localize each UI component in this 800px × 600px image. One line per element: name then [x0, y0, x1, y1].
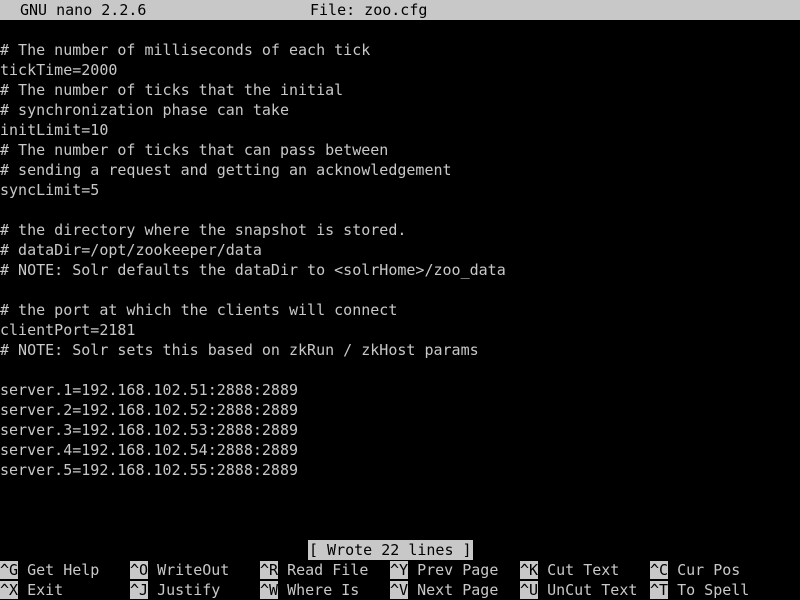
- editor-line: # The number of milliseconds of each tic…: [0, 41, 371, 59]
- editor-line: # The number of ticks that can pass betw…: [0, 141, 389, 159]
- shortcut-key: ^U: [520, 581, 539, 599]
- editor-line: # NOTE: Solr defaults the dataDir to <so…: [0, 261, 506, 279]
- shortcut-label: Read File: [278, 561, 369, 579]
- shortcut-key: ^W: [260, 581, 279, 599]
- editor-line: clientPort=2181: [0, 321, 136, 339]
- shortcut-label: Get Help: [18, 561, 100, 579]
- shortcut-key-bar: ^G Get Help ^O WriteOut ^R Read File ^Y Pre…: [0, 560, 800, 600]
- shortcut-label: Where Is: [278, 581, 360, 599]
- editor-line: # the port at which the clients will con…: [0, 301, 398, 319]
- shortcut-justify[interactable]: ^J Justify: [130, 580, 221, 600]
- shortcut-key: ^K: [520, 561, 539, 579]
- shortcut-next-page[interactable]: ^V Next Page: [390, 580, 499, 600]
- shortcut-uncut-text[interactable]: ^U UnCut Text: [520, 580, 638, 600]
- shortcut-to-spell[interactable]: ^T To Spell: [650, 580, 750, 600]
- shortcut-label: Cut Text: [538, 561, 620, 579]
- editor-line: tickTime=2000: [0, 61, 118, 79]
- shortcut-label: Cur Pos: [668, 561, 741, 579]
- shortcut-key: ^O: [130, 561, 149, 579]
- shortcut-prev-page[interactable]: ^Y Prev Page: [390, 560, 499, 580]
- editor-line: initLimit=10: [0, 121, 109, 139]
- shortcut-where-is[interactable]: ^W Where Is: [260, 580, 360, 600]
- nano-terminal-screen: GNU nano 2.2.6 File: zoo.cfg # The numbe…: [0, 0, 800, 600]
- shortcut-key: ^T: [650, 581, 669, 599]
- shortcut-label: To Spell: [668, 581, 750, 599]
- shortcut-writeout[interactable]: ^O WriteOut: [130, 560, 230, 580]
- shortcut-key: ^R: [260, 561, 279, 579]
- shortcut-label: Justify: [148, 581, 221, 599]
- shortcut-key: ^C: [650, 561, 669, 579]
- editor-line: # the directory where the snapshot is st…: [0, 221, 407, 239]
- filename-label: File: zoo.cfg: [310, 1, 428, 19]
- shortcut-key: ^J: [130, 581, 149, 599]
- shortcut-key: ^V: [390, 581, 409, 599]
- shortcut-key: ^Y: [390, 561, 409, 579]
- shortcut-label: Next Page: [408, 581, 499, 599]
- editor-line: # NOTE: Solr sets this based on zkRun / …: [0, 341, 479, 359]
- editor-line: # synchronization phase can take: [0, 101, 289, 119]
- editor-line: server.4=192.168.102.54:2888:2889: [0, 441, 299, 459]
- shortcut-exit[interactable]: ^X Exit: [0, 580, 64, 600]
- shortcut-get-help[interactable]: ^G Get Help: [0, 560, 100, 580]
- shortcut-label: UnCut Text: [538, 581, 638, 599]
- editor-line: # sending a request and getting an ackno…: [0, 161, 452, 179]
- status-bar: [ Wrote 22 lines ]: [0, 540, 800, 560]
- titlebar: GNU nano 2.2.6 File: zoo.cfg: [0, 0, 800, 20]
- editor-text-area[interactable]: # The number of milliseconds of each tic…: [0, 40, 800, 520]
- shortcut-key: ^G: [0, 561, 19, 579]
- nano-version-label: GNU nano 2.2.6: [20, 1, 147, 19]
- shortcut-label: Exit: [18, 581, 64, 599]
- shortcut-key: ^X: [0, 581, 19, 599]
- editor-line: server.3=192.168.102.53:2888:2889: [0, 421, 299, 439]
- shortcut-cur-pos[interactable]: ^C Cur Pos: [650, 560, 741, 580]
- status-message: [ Wrote 22 lines ]: [308, 540, 473, 560]
- editor-line: # The number of ticks that the initial: [0, 81, 344, 99]
- shortcut-label: Prev Page: [408, 561, 499, 579]
- shortcut-cut-text[interactable]: ^K Cut Text: [520, 560, 620, 580]
- editor-line: syncLimit=5: [0, 181, 100, 199]
- shortcut-read-file[interactable]: ^R Read File: [260, 560, 369, 580]
- editor-line: # dataDir=/opt/zookeeper/data: [0, 241, 262, 259]
- shortcut-label: WriteOut: [148, 561, 230, 579]
- editor-line: server.5=192.168.102.55:2888:2889: [0, 461, 299, 479]
- editor-line: server.2=192.168.102.52:2888:2889: [0, 401, 299, 419]
- editor-line: server.1=192.168.102.51:2888:2889: [0, 381, 299, 399]
